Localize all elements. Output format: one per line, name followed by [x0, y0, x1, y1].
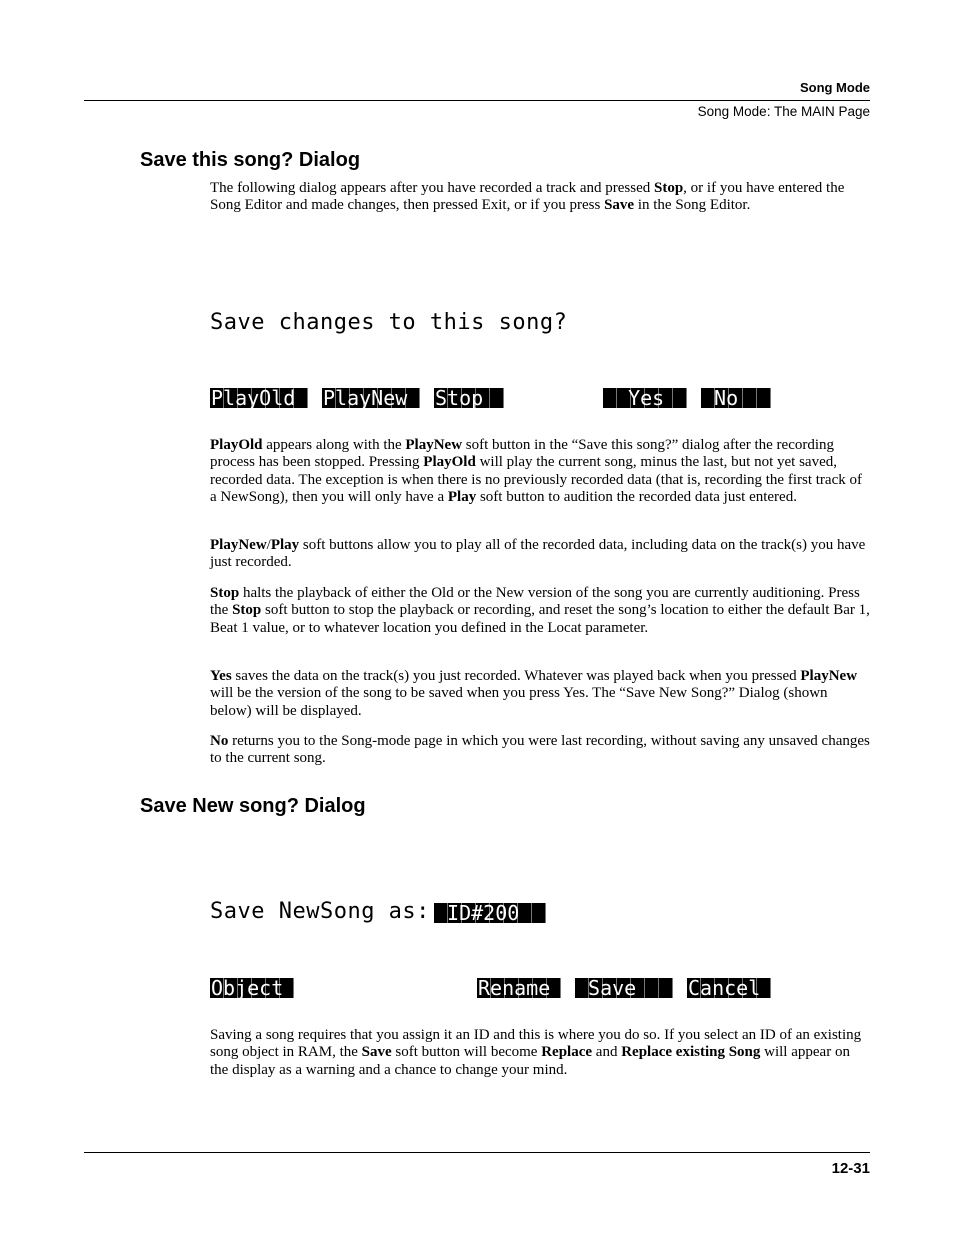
softbutton-rename[interactable]: Rename	[477, 978, 561, 998]
paragraph-yes: Yes saves the data on the track(s) you j…	[210, 668, 870, 720]
page-number: 12-31	[831, 1160, 870, 1177]
header-rule	[84, 100, 870, 101]
bold-term: PlayNew	[800, 668, 858, 684]
text: The following dialog appears after you h…	[210, 180, 654, 196]
softbutton-object[interactable]: Object	[210, 978, 294, 998]
text: soft buttons allow you to play all of th…	[210, 537, 866, 571]
softbutton-stop[interactable]: Stop	[434, 388, 504, 408]
bold-term: Replace existing Song	[621, 1044, 761, 1061]
text: and	[592, 1044, 622, 1061]
softbutton-no[interactable]: No	[701, 388, 771, 408]
softbutton-label: Rename	[478, 978, 551, 998]
softbutton-label: Yes	[604, 388, 687, 408]
softbutton-label: Save	[576, 978, 661, 998]
softbutton-save[interactable]: Save	[575, 978, 673, 998]
text: returns you to the Song-mode page in whi…	[210, 733, 870, 767]
text: soft button will become	[391, 1044, 542, 1061]
bold-term: Play	[447, 489, 477, 506]
softbutton-label: PlayOld	[211, 388, 296, 408]
lcd-prompt: Save changes to this song?	[210, 310, 568, 335]
section-heading-save-this-song: Save this song? Dialog	[140, 149, 361, 171]
bold-term: Stop	[210, 585, 240, 601]
softbutton-cancel[interactable]: Cancel	[687, 978, 771, 998]
softbutton-label: PlayNew	[323, 388, 408, 408]
bold-term: PlayNew	[210, 537, 267, 553]
lcd-prompt: Save NewSong as:	[210, 899, 430, 924]
bold-term: Play	[270, 537, 300, 553]
paragraph-stop: Stop halts the playback of either the Ol…	[210, 585, 870, 637]
paragraph-save-new-song: Saving a song requires that you assign i…	[210, 1027, 870, 1079]
bold-term: No	[210, 733, 229, 749]
text: appears along with the	[262, 437, 406, 453]
song-id-field[interactable]: ID#200	[434, 903, 546, 923]
softbutton-label: Object	[211, 978, 284, 998]
bold-term: Save	[604, 197, 635, 214]
softbutton-playold[interactable]: PlayOld	[210, 388, 308, 408]
softbutton-playnew[interactable]: PlayNew	[322, 388, 420, 408]
bold-term: Save	[361, 1044, 392, 1061]
running-header-subsection: Song Mode: The MAIN Page	[697, 104, 870, 119]
text: in the Song Editor.	[634, 197, 751, 214]
bold-term: Stop	[232, 602, 262, 619]
bold-term: Yes	[210, 668, 232, 684]
bold-term: Replace	[541, 1044, 593, 1061]
bold-term: PlayOld	[423, 454, 476, 471]
softbutton-label: No	[702, 388, 763, 408]
softbutton-yes[interactable]: Yes	[603, 388, 687, 408]
text: soft button to audition the recorded dat…	[476, 489, 797, 506]
softbutton-label: Cancel	[688, 978, 761, 998]
text: soft button to stop the playback or reco…	[210, 602, 870, 636]
paragraph-playnew: PlayNew/Play soft buttons allow you to p…	[210, 537, 870, 572]
text: saves the data on the track(s) you just …	[231, 668, 801, 684]
song-id-value: ID#200	[435, 903, 544, 923]
running-header-section: Song Mode	[799, 80, 870, 95]
text: will be the version of the song to be sa…	[210, 685, 828, 719]
bold-term: PlayNew	[405, 437, 463, 453]
bold-term: PlayOld	[210, 437, 263, 453]
bold-term: Stop	[653, 180, 684, 196]
intro-paragraph: The following dialog appears after you h…	[210, 180, 870, 215]
footer-rule	[84, 1152, 870, 1153]
section-heading-save-new-song: Save New song? Dialog	[140, 795, 366, 817]
paragraph-no: No returns you to the Song-mode page in …	[210, 733, 870, 768]
softbutton-label: Stop	[435, 388, 504, 408]
paragraph-playold: PlayOld appears along with the PlayNew s…	[210, 437, 870, 507]
